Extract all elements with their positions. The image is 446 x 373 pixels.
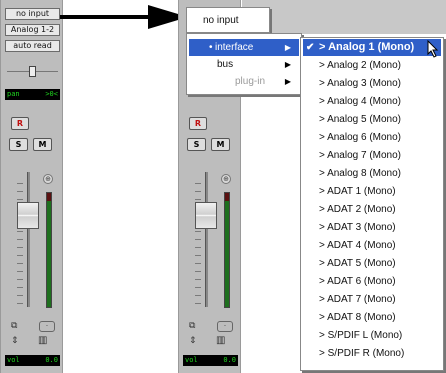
mute-button[interactable]: M: [211, 138, 230, 151]
solo-button[interactable]: S: [9, 138, 28, 151]
interface-submenu-list: ✔ > Analog 1 (Mono) > Analog 2 (Mono) > …: [303, 39, 441, 369]
volume-label: vol: [7, 356, 20, 364]
submenu-item[interactable]: > ADAT 4 (Mono): [303, 237, 441, 254]
submenu-item[interactable]: > ADAT 3 (Mono): [303, 219, 441, 236]
submenu-item[interactable]: > ADAT 7 (Mono): [303, 291, 441, 308]
mix-window-background: [242, 0, 446, 34]
input-popup-menu: no input: [186, 7, 270, 33]
volume-fader-handle[interactable]: [195, 202, 217, 229]
submenu-item-label: > S/PDIF L (Mono): [319, 330, 403, 341]
volume-label: vol: [185, 356, 198, 364]
submenu-item-label: > ADAT 3 (Mono): [319, 222, 396, 233]
submenu-item-label: > Analog 3 (Mono): [319, 78, 401, 89]
submenu-item[interactable]: > ADAT 5 (Mono): [303, 255, 441, 272]
stepper-icon[interactable]: ⇕: [11, 336, 19, 346]
check-icon: ✔: [306, 42, 315, 53]
input-selector-button[interactable]: no input: [5, 8, 60, 20]
submenu-item[interactable]: > ADAT 1 (Mono): [303, 183, 441, 200]
triangle-right-icon: ▶: [284, 60, 291, 69]
track-options-icon[interactable]: ·: [217, 321, 233, 332]
submenu-item-label: > Analog 1 (Mono): [319, 41, 415, 53]
submenu-item-label: > Analog 8 (Mono): [319, 168, 401, 179]
clip-indicator: [47, 193, 51, 201]
volume-fader-handle[interactable]: [17, 202, 39, 229]
submenu-item-label: > ADAT 5 (Mono): [319, 258, 396, 269]
submenu-item-label: > Analog 4 (Mono): [319, 96, 401, 107]
menu-item-plug-in: plug-in ▶: [189, 73, 299, 90]
submenu-item[interactable]: > S/PDIF L (Mono): [303, 327, 441, 344]
clip-indicator: [225, 193, 229, 201]
record-enable-button[interactable]: R: [11, 117, 29, 130]
pan-slider-handle[interactable]: [29, 66, 36, 77]
pan-value: >0<: [45, 90, 58, 98]
volume-fader-area: ⊕: [185, 172, 236, 312]
voice-icon[interactable]: ⧉: [11, 321, 17, 331]
volume-value: 0.0: [45, 356, 58, 364]
level-meter: [46, 192, 52, 308]
automation-mode-button[interactable]: auto read: [5, 40, 60, 52]
volume-value: 0.0: [223, 356, 236, 364]
left-channel-strip: no input Analog 1-2 auto read pan >0< R …: [0, 0, 63, 373]
track-options-icon[interactable]: ·: [39, 321, 55, 332]
submenu-item[interactable]: > Analog 6 (Mono): [303, 129, 441, 146]
submenu-item-label: > ADAT 2 (Mono): [319, 204, 396, 215]
submenu-item[interactable]: > Analog 8 (Mono): [303, 165, 441, 182]
automation-safe-icon[interactable]: ⊕: [43, 174, 53, 184]
submenu-item[interactable]: > S/PDIF R (Mono): [303, 345, 441, 362]
submenu-item-label: > S/PDIF R (Mono): [319, 348, 405, 359]
voice-icon[interactable]: ⧉: [189, 321, 195, 331]
submenu-item[interactable]: > Analog 5 (Mono): [303, 111, 441, 128]
level-meter: [224, 192, 230, 308]
submenu-item[interactable]: > Analog 2 (Mono): [303, 57, 441, 74]
input-category-menu: • interface ▶ bus ▶ plug-in ▶: [186, 33, 302, 95]
submenu-item[interactable]: > ADAT 2 (Mono): [303, 201, 441, 218]
menu-item-label: bus: [217, 59, 234, 70]
menu-item-label: interface: [215, 42, 254, 53]
midi-keyboard-icon[interactable]: ▥: [38, 336, 47, 346]
record-enable-button[interactable]: R: [189, 117, 207, 130]
menu-item-no-input[interactable]: no input: [203, 12, 239, 29]
stepper-icon[interactable]: ⇕: [189, 336, 197, 346]
menu-item-interface[interactable]: • interface ▶: [189, 39, 299, 56]
submenu-item-label: > ADAT 8 (Mono): [319, 312, 396, 323]
mute-button[interactable]: M: [33, 138, 52, 151]
volume-fader-area: ⊕: [7, 172, 58, 312]
solo-button[interactable]: S: [187, 138, 206, 151]
submenu-item[interactable]: ✔ > Analog 1 (Mono): [303, 39, 441, 56]
submenu-item-label: > ADAT 4 (Mono): [319, 240, 396, 251]
arrow-right-icon: [60, 5, 188, 29]
midi-keyboard-icon[interactable]: ▥: [216, 336, 225, 346]
submenu-item-label: > Analog 2 (Mono): [319, 60, 401, 71]
menu-item-bus[interactable]: bus ▶: [189, 56, 299, 73]
submenu-item-label: > ADAT 1 (Mono): [319, 186, 396, 197]
fader-scale: [17, 176, 23, 304]
pan-slider[interactable]: [7, 66, 58, 77]
bullet-icon: •: [209, 42, 213, 53]
volume-display: vol 0.0: [5, 355, 60, 366]
pan-display: pan >0<: [5, 89, 60, 100]
fader-scale: [195, 176, 201, 304]
triangle-right-icon: ▶: [284, 77, 291, 86]
submenu-item-label: > ADAT 7 (Mono): [319, 294, 396, 305]
fader-track: [27, 172, 30, 307]
automation-safe-icon[interactable]: ⊕: [221, 174, 231, 184]
mouse-pointer-icon: [427, 40, 439, 58]
triangle-right-icon: ▶: [284, 43, 291, 52]
submenu-item-label: > ADAT 6 (Mono): [319, 276, 396, 287]
submenu-item[interactable]: > ADAT 8 (Mono): [303, 309, 441, 326]
submenu-item[interactable]: > Analog 3 (Mono): [303, 75, 441, 92]
fader-track: [205, 172, 208, 307]
output-selector-button[interactable]: Analog 1-2: [5, 24, 60, 36]
interface-submenu: ✔ > Analog 1 (Mono) > Analog 2 (Mono) > …: [300, 37, 444, 371]
submenu-item[interactable]: > Analog 4 (Mono): [303, 93, 441, 110]
submenu-item-label: > Analog 7 (Mono): [319, 150, 401, 161]
submenu-item[interactable]: > ADAT 6 (Mono): [303, 273, 441, 290]
submenu-item-label: > Analog 6 (Mono): [319, 132, 401, 143]
volume-display: vol 0.0: [183, 355, 238, 366]
pan-label: pan: [7, 90, 20, 98]
submenu-item-label: > Analog 5 (Mono): [319, 114, 401, 125]
menu-item-label: plug-in: [235, 76, 266, 87]
submenu-item[interactable]: > Analog 7 (Mono): [303, 147, 441, 164]
